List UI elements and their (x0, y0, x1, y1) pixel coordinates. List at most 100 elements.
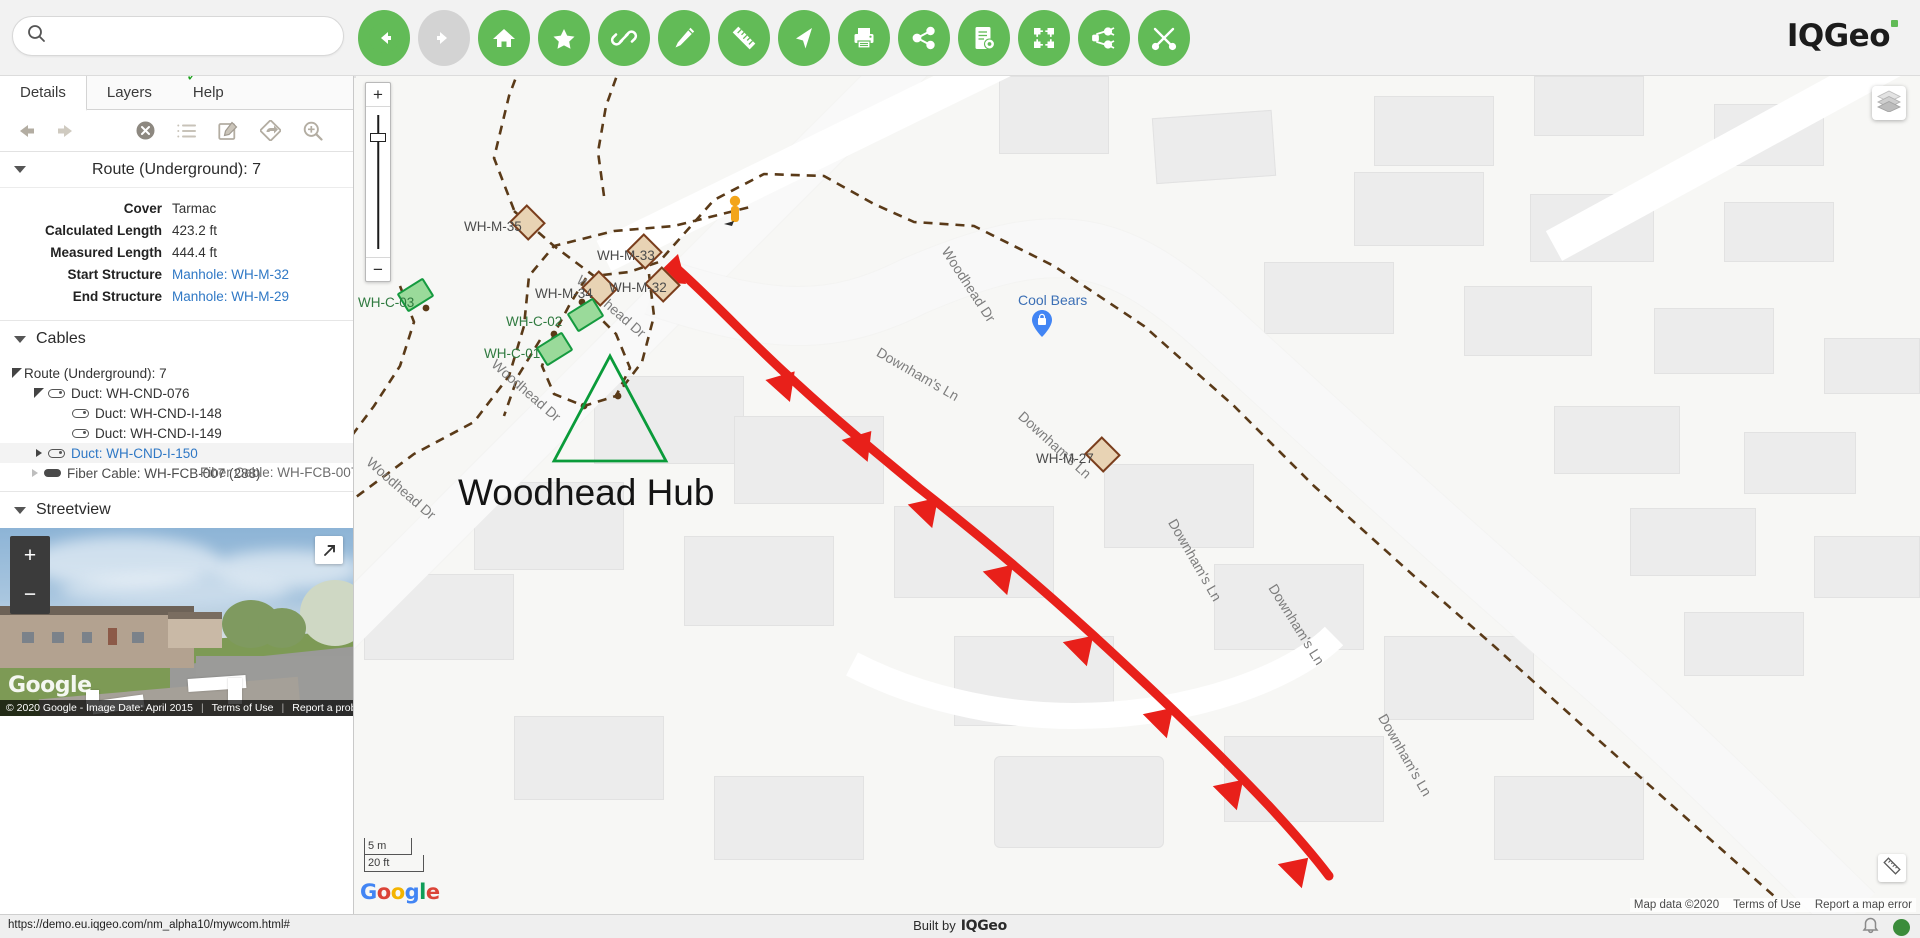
streetview-zoom-in[interactable]: + (24, 544, 36, 568)
iqgeo-logo: IQGeo (1787, 18, 1898, 54)
google-wordmark: Google (8, 673, 92, 698)
streetview-viewport[interactable]: + − Google © 2020 Google - Image Date: A… (0, 528, 353, 716)
manhole-label: WH-M-35 (464, 219, 522, 234)
tree-node-label: Duct: WH-CND-076 (71, 385, 190, 401)
poi-label: Cool Bears (1018, 292, 1088, 308)
map-zoom-slider-track[interactable] (366, 107, 390, 257)
cables-header[interactable]: Cables (0, 321, 353, 357)
end-structure-link[interactable]: Manhole: WH-M-29 (172, 287, 289, 307)
streetview-title: Streetview (36, 501, 111, 518)
map-terms-link[interactable]: Terms of Use (1733, 899, 1801, 911)
trace-button[interactable] (898, 10, 950, 66)
field-row: Start Structure Manhole: WH-M-32 (0, 264, 353, 286)
streetview-expand-button[interactable] (315, 536, 343, 564)
map-report-link[interactable]: Report a map error (1815, 899, 1912, 911)
cables-tree: Route (Underground): 7 Duct: WH-CND-076 … (0, 76, 353, 492)
map-zoom-in-button[interactable]: + (366, 83, 390, 107)
measure-button[interactable] (718, 10, 770, 66)
field-row: Cover Tarmac (0, 198, 353, 220)
trace-icon[interactable] (260, 120, 281, 141)
cabinet-label: WH-C-03 (358, 295, 415, 310)
edit-icon[interactable] (218, 120, 238, 141)
search-box[interactable] (12, 16, 344, 56)
edit-button[interactable] (658, 10, 710, 66)
streetview-zoom-controls[interactable]: + − (10, 536, 50, 614)
close-icon[interactable] (136, 120, 155, 141)
chevron-down-icon (14, 506, 26, 514)
streetview-zoom-out[interactable]: − (24, 583, 36, 607)
tab-layers[interactable]: Layers (87, 76, 173, 110)
chevron-down-icon (14, 335, 26, 343)
search-input[interactable] (56, 26, 329, 46)
map-measure-button[interactable] (1878, 854, 1906, 882)
zoom-to-icon[interactable] (303, 120, 323, 141)
tab-help[interactable]: Help (173, 76, 245, 110)
nav-forward-icon[interactable] (56, 123, 78, 139)
map-canvas[interactable]: Woodhead Dr Woodhead Dr Woodhead Dr Wood… (354, 76, 1920, 914)
bookmarks-button[interactable] (538, 10, 590, 66)
field-key: Cover (123, 201, 162, 216)
forward-button (418, 10, 470, 66)
nav-back-icon[interactable] (14, 123, 36, 139)
connection-status-indicator[interactable] (1893, 919, 1910, 936)
tree-node-route[interactable]: Route (Underground): 7 (0, 363, 353, 383)
manhole-label: WH-M-27 (1036, 451, 1094, 466)
reports-button[interactable] (958, 10, 1010, 66)
field-row: Measured Length 444.4 ft (0, 242, 353, 264)
twisty-closed-icon[interactable] (32, 449, 46, 457)
duct-icon (72, 428, 89, 438)
map-scale-bar: 5 m 20 ft (364, 838, 424, 872)
duct-icon (72, 408, 89, 418)
ruler-icon (1883, 856, 1901, 880)
notifications-bell-icon[interactable] (1862, 916, 1879, 938)
built-by: Built by IQGeo (913, 918, 1007, 934)
status-right (1862, 916, 1910, 938)
cabinet-label: WH-C-01 (484, 346, 541, 361)
map-data-credit: Map data ©2020 (1633, 899, 1720, 911)
streetview-header[interactable]: Streetview (0, 492, 353, 528)
chevron-down-icon (14, 166, 26, 173)
credit-sep: | (281, 702, 285, 714)
map-zoom-control[interactable]: + − (365, 82, 391, 282)
google-logo: Google (360, 880, 440, 904)
streetview-report-link[interactable]: Report a problem (292, 702, 353, 714)
schematic-button[interactable] (1018, 10, 1070, 66)
tree-node-label: Duct: WH-CND-I-150 (71, 445, 198, 461)
map-attribution: Map data ©2020 Terms of Use Report a map… (1629, 898, 1916, 912)
tree-node-duct-076[interactable]: Duct: WH-CND-076 (0, 383, 353, 403)
streetview-credit-bar: © 2020 Google - Image Date: April 2015 |… (0, 700, 353, 716)
tree-node-fiber-cable[interactable]: Fiber Cable: WH-FCB-007 (288) Fiber Cabl… (0, 463, 353, 483)
tree-node-duct-i150[interactable]: Duct: WH-CND-I-150 (0, 443, 353, 463)
twisty-open-icon[interactable] (10, 368, 24, 378)
layers-button[interactable] (1872, 86, 1906, 120)
cables-title: Cables (36, 330, 86, 347)
home-button[interactable] (478, 10, 530, 66)
tools-button[interactable] (1138, 10, 1190, 66)
details-toolbar (0, 110, 353, 152)
search-icon (27, 24, 46, 48)
print-button[interactable] (838, 10, 890, 66)
field-value: 423.2 ft (172, 223, 218, 238)
connections-button[interactable] (1078, 10, 1130, 66)
back-button[interactable] (358, 10, 410, 66)
manhole-label: WH-M-33 (597, 248, 655, 263)
map-zoom-out-button[interactable]: − (366, 257, 390, 281)
navigate-button[interactable] (778, 10, 830, 66)
panel-tabs: Details Layers Help (0, 76, 353, 111)
shop-pin-icon[interactable] (1032, 310, 1052, 342)
map-zoom-slider-handle[interactable] (370, 133, 386, 142)
tree-node-label: Duct: WH-CND-I-149 (95, 425, 222, 441)
link-button[interactable] (598, 10, 650, 66)
start-structure-link[interactable]: Manhole: WH-M-32 (172, 265, 289, 285)
tab-details[interactable]: Details (0, 76, 87, 111)
feature-header[interactable]: Route (Underground): 7 (0, 152, 353, 188)
twisty-open-icon[interactable] (32, 388, 46, 398)
field-key: End Structure (72, 289, 162, 304)
tree-node-duct-i149[interactable]: Duct: WH-CND-I-149 (0, 423, 353, 443)
built-by-text: Built by (913, 918, 956, 933)
tree-node-label: Duct: WH-CND-I-148 (95, 405, 222, 421)
list-icon[interactable] (177, 120, 196, 141)
streetview-terms-link[interactable]: Terms of Use (212, 702, 274, 714)
twisty-closed-icon[interactable] (28, 469, 42, 477)
tree-node-duct-i148[interactable]: Duct: WH-CND-I-148 (0, 403, 353, 423)
